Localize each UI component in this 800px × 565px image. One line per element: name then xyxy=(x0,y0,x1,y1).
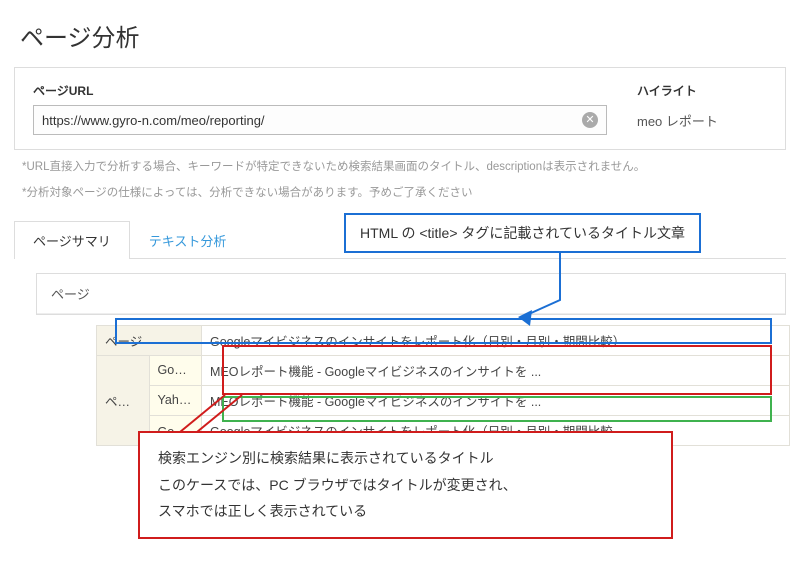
annotation-line: 検索エンジン別に検索結果に表示されているタイトル xyxy=(158,445,653,472)
annotation-line: このケースでは、PC ブラウザではタイトルが変更され、 xyxy=(158,472,653,499)
url-input[interactable] xyxy=(34,106,582,134)
engine-google: Google xyxy=(149,355,202,385)
analysis-input-panel: ページURL ✕ ハイライト meo レポート xyxy=(14,67,786,150)
annotation-callout-title-tag: HTML の <title> タグに記載されているタイトル文章 xyxy=(344,213,701,253)
table-row: ページタイトル Google MEOレポート機能 - Googleマイビジネスの… xyxy=(97,355,790,385)
engine-yahoo-value: MEOレポート機能 - Googleマイビジネスのインサイトを ... xyxy=(202,385,790,415)
clear-icon[interactable]: ✕ xyxy=(582,112,598,128)
hint-line-1: *URL直接入力で分析する場合、キーワードが特定できないため検索結果画面のタイト… xyxy=(22,158,778,176)
annotation-callout-engines: 検索エンジン別に検索結果に表示されているタイトル このケースでは、PC ブラウザ… xyxy=(138,431,673,539)
engine-yahoo: Yahoo! JAPAN xyxy=(149,385,202,415)
page-summary-panel: ページ xyxy=(36,273,786,315)
tab-text-analysis[interactable]: テキスト分析 xyxy=(130,221,246,259)
table-row: Yahoo! JAPAN MEOレポート機能 - Googleマイビジネスのイン… xyxy=(97,385,790,415)
annotation-line: スマホでは正しく表示されている xyxy=(158,498,653,525)
page-title: ページ分析 xyxy=(0,0,800,67)
highlight-field-label: ハイライト xyxy=(637,82,767,99)
row-page-value: Googleマイビジネスのインサイトをレポート化（日別・月別・期間比較） xyxy=(202,325,790,355)
title-data-table: ページ Googleマイビジネスのインサイトをレポート化（日別・月別・期間比較）… xyxy=(96,325,790,446)
engine-google-value: MEOレポート機能 - Googleマイビジネスのインサイトを ... xyxy=(202,355,790,385)
row-page-label: ページ xyxy=(97,325,202,355)
url-input-container: ✕ xyxy=(33,105,607,135)
tab-page-summary[interactable]: ページサマリ xyxy=(14,221,130,259)
sub-panel-header: ページ xyxy=(37,274,785,314)
hint-line-2: *分析対象ページの仕様によっては、分析できない場合があります。予めご了承ください xyxy=(22,184,778,202)
url-field-label: ページURL xyxy=(33,82,607,99)
highlight-value: meo レポート xyxy=(637,105,767,130)
table-row: ページ Googleマイビジネスのインサイトをレポート化（日別・月別・期間比較） xyxy=(97,325,790,355)
